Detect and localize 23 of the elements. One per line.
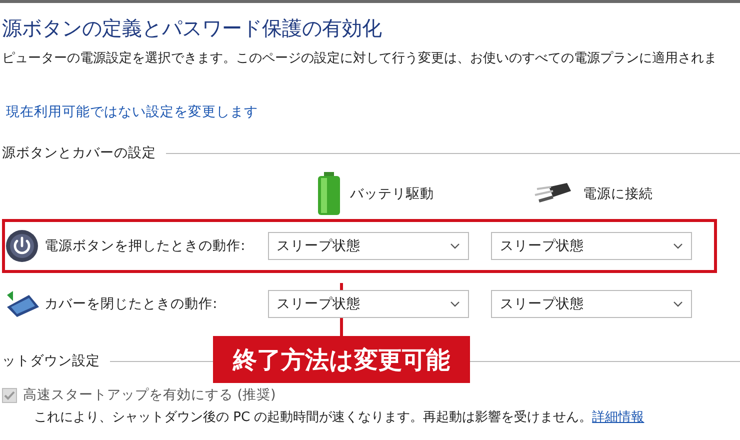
chevron-down-icon <box>450 243 460 249</box>
setting-label: 電源ボタンを押したときの動作: <box>44 237 246 255</box>
section-heading: 源ボタンとカバーの設定 <box>2 144 156 162</box>
checkbox-label: 高速スタートアップを有効にする (推奨) <box>23 386 276 404</box>
chevron-down-icon <box>673 243 683 249</box>
option-description: これにより、シャットダウン後の PC の起動時間が速くなります。再起動は影響を受けません。詳細情報 <box>34 409 646 426</box>
dropdown[interactable]: スリープ状態 <box>268 232 469 260</box>
setting-label: カバーを閉じたときの動作: <box>44 295 218 313</box>
battery-icon <box>316 172 342 216</box>
laptop-icon <box>5 289 41 319</box>
column-heading: バッテリ駆動 <box>350 185 434 203</box>
page-title: 源ボタンの定義とパスワード保護の有効化 <box>2 15 383 42</box>
dropdown[interactable]: スリープ状態 <box>490 290 692 318</box>
callout-label: 終了方法は変更可能 <box>213 336 470 383</box>
chevron-down-icon <box>673 301 683 307</box>
change-settings-link[interactable]: 現在利用可能ではない設定を変更します <box>6 101 258 123</box>
dropdown[interactable]: スリープ状態 <box>268 290 469 318</box>
section-heading: ットダウン設定 <box>2 352 100 370</box>
dropdown[interactable]: スリープ状態 <box>490 232 692 260</box>
chevron-down-icon <box>450 301 460 307</box>
description-text: ピューターの電源設定を選択できます。このページの設定に対して行う変更は、お使いのすべての電源プランに適用されま <box>2 50 718 68</box>
column-heading: 電源に接続 <box>583 185 653 203</box>
power-icon <box>5 229 39 263</box>
